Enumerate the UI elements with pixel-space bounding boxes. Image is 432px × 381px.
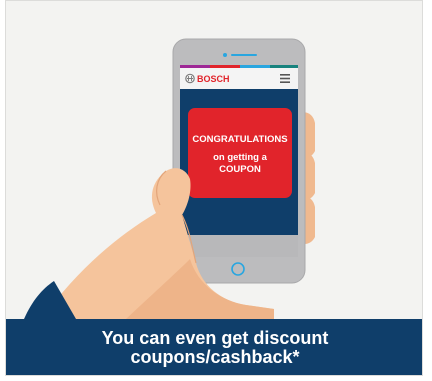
brand-name: BOSCH bbox=[197, 74, 230, 84]
phone-screen: BOSCH CONGRATULATIONS on getting a COUPO… bbox=[180, 65, 298, 257]
popup-line-2: on getting a bbox=[213, 152, 268, 163]
illustration-frame: BOSCH CONGRATULATIONS on getting a COUPO… bbox=[5, 0, 423, 376]
hamburger-menu-icon bbox=[280, 74, 290, 83]
hand-holding-phone-illustration: BOSCH CONGRATULATIONS on getting a COUPO… bbox=[24, 38, 315, 319]
caption-text: You can even get discount coupons/cashba… bbox=[102, 329, 329, 367]
caption-line-2: coupons/cashback* bbox=[130, 347, 300, 367]
caption-line-1: You can even get discount bbox=[101, 328, 329, 348]
caption-banner: You can even get discount coupons/cashba… bbox=[6, 319, 422, 375]
home-button bbox=[231, 262, 245, 276]
phone-camera-dot bbox=[223, 53, 227, 57]
popup-title: CONGRATULATIONS bbox=[192, 134, 287, 145]
popup-line-3: COUPON bbox=[219, 164, 261, 175]
screen-footer-strip bbox=[180, 235, 298, 257]
